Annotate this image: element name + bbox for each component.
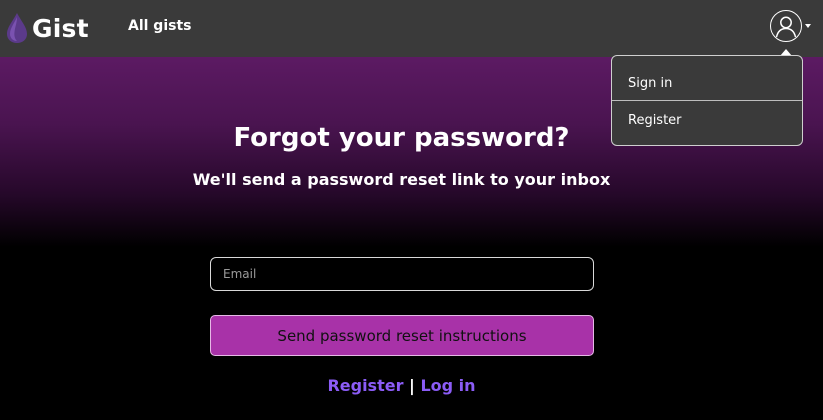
nav-link-all-gists[interactable]: All gists <box>128 18 192 34</box>
menu-item-register[interactable]: Register <box>612 102 802 138</box>
register-link[interactable]: Register <box>327 376 403 395</box>
user-dropdown-menu: Sign in Register <box>611 55 803 146</box>
caret-down-icon <box>805 24 811 28</box>
menu-divider <box>612 100 802 101</box>
send-reset-button[interactable]: Send password reset instructions <box>210 315 594 356</box>
user-icon <box>770 10 802 42</box>
logo-text: Gist <box>32 13 89 43</box>
auth-links: Register | Log in <box>0 376 803 395</box>
email-field[interactable] <box>210 257 594 291</box>
navbar: Gist All gists <box>0 0 823 57</box>
logo-link[interactable]: Gist <box>6 12 89 44</box>
droplet-icon <box>7 13 27 43</box>
menu-item-sign-in[interactable]: Sign in <box>612 65 802 101</box>
page-subtitle: We'll send a password reset link to your… <box>192 170 611 189</box>
link-separator: | <box>409 376 415 395</box>
login-link[interactable]: Log in <box>420 376 475 395</box>
user-menu-toggle[interactable] <box>770 9 816 43</box>
